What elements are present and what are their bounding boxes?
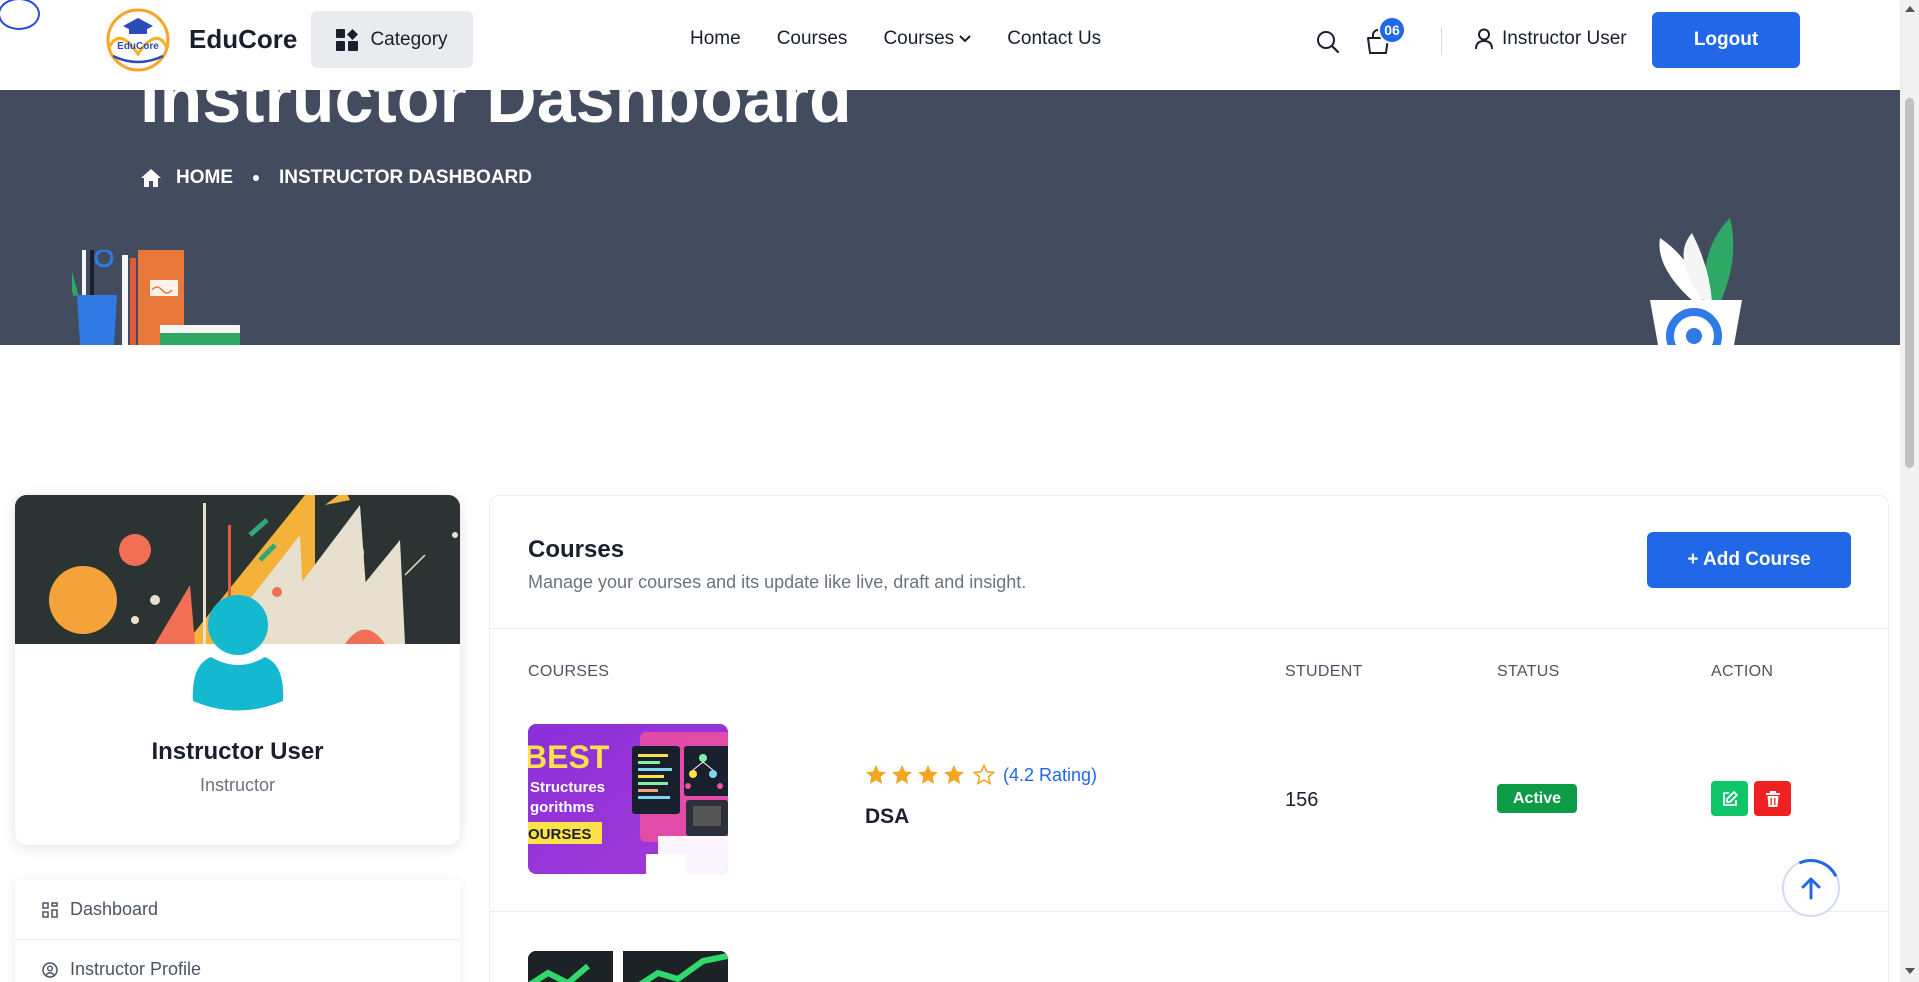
breadcrumb-home[interactable]: HOME [176, 167, 233, 189]
top-header: EduCore EduCore Category Home Courses Co… [0, 0, 1900, 90]
sidebar-item-label: Dashboard [70, 899, 159, 919]
nav-courses[interactable]: Courses [777, 28, 848, 50]
sidebar-item-label: Instructor Profile [70, 959, 202, 979]
star-rating-icon [866, 765, 964, 784]
courses-panel: Courses Manage your courses and its upda… [489, 495, 1889, 982]
breadcrumb: HOME INSTRUCTOR DASHBOARD [140, 167, 532, 189]
category-grid-icon [336, 28, 359, 51]
edit-icon [1722, 790, 1738, 806]
svg-text:gorithms: gorithms [530, 799, 594, 816]
svg-text:OURSES: OURSES [528, 826, 591, 843]
category-label: Category [370, 28, 448, 50]
svg-text:BEST: BEST [528, 739, 610, 775]
courses-title: Courses [528, 536, 625, 563]
nav-courses-dropdown[interactable]: Courses [883, 28, 971, 50]
books-pencils-illustration [72, 250, 240, 345]
user-menu[interactable]: Instructor User [1474, 28, 1627, 50]
site-logo[interactable]: EduCore EduCore [99, 6, 297, 72]
avatar [192, 595, 284, 711]
logout-button[interactable]: Logout [1652, 12, 1800, 68]
panel-divider [490, 628, 1888, 629]
course-thumbnail[interactable] [528, 951, 728, 982]
breadcrumb-separator [253, 175, 259, 181]
main-nav: Home Courses Courses Contact Us [690, 28, 1101, 50]
star-outline-icon [973, 764, 995, 786]
svg-text:Structures: Structures [530, 779, 605, 796]
page-title: Instructor Dashboard [140, 90, 852, 137]
edit-course-button[interactable] [1711, 781, 1748, 816]
search-icon[interactable] [1316, 30, 1340, 59]
plant-pot-illustration [1650, 218, 1742, 345]
student-count: 156 [1285, 789, 1319, 811]
scroll-to-top-button[interactable] [1773, 850, 1849, 926]
rating-text: (4.2 Rating) [1003, 764, 1098, 785]
page-hero: Instructor Dashboard HOME INSTRUCTOR DAS… [0, 90, 1900, 345]
scroll-up-arrow-icon[interactable] [1905, 6, 1915, 12]
nav-home[interactable]: Home [690, 28, 741, 50]
status-badge: Active [1497, 784, 1578, 813]
trash-icon [1765, 790, 1780, 807]
logo-icon: EduCore [106, 8, 170, 72]
profile-role: Instructor [199, 775, 276, 795]
user-circle-icon [42, 961, 58, 978]
logo-text: EduCore [189, 23, 298, 54]
courses-subtitle: Manage your courses and its update like … [528, 572, 1027, 592]
add-course-button[interactable]: + Add Course [1647, 532, 1851, 588]
nav-contact[interactable]: Contact Us [1007, 28, 1101, 50]
column-header-status: STATUS [1497, 663, 1560, 680]
profile-name: Instructor User [151, 738, 324, 765]
scrollbar-thumb[interactable] [1905, 98, 1914, 468]
column-header-student: STUDENT [1285, 663, 1363, 680]
delete-course-button[interactable] [1754, 781, 1791, 816]
course-thumbnail[interactable]: BEST Structures gorithms OURSES [528, 724, 728, 874]
category-button[interactable]: Category [311, 11, 473, 68]
header-divider [1441, 27, 1442, 55]
course-name[interactable]: DSA [865, 805, 909, 829]
grid-icon [42, 901, 58, 918]
user-icon [1475, 28, 1493, 50]
cart-count-badge: 06 [1378, 16, 1406, 44]
dashboard-sidebar: Dashboard Instructor Profile [15, 880, 460, 982]
scroll-down-arrow-icon[interactable] [1905, 968, 1915, 974]
nav-courses-dropdown-label: Courses [883, 28, 955, 49]
row-divider [490, 911, 1888, 912]
sidebar-item-instructor-profile[interactable]: Instructor Profile [15, 940, 460, 982]
instructor-profile-card: Instructor User Instructor [15, 495, 460, 845]
breadcrumb-current: INSTRUCTOR DASHBOARD [279, 167, 532, 188]
column-header-courses: COURSES [528, 663, 610, 680]
column-header-action: ACTION [1711, 663, 1774, 680]
course-rating: (4.2 Rating) [865, 764, 1097, 786]
chevron-down-icon [959, 35, 971, 43]
user-name-label: Instructor User [1502, 28, 1627, 49]
sidebar-item-dashboard[interactable]: Dashboard [15, 880, 460, 940]
svg-text:EduCore: EduCore [117, 41, 159, 52]
page-scrollbar[interactable] [1900, 0, 1919, 982]
home-icon [141, 169, 161, 187]
